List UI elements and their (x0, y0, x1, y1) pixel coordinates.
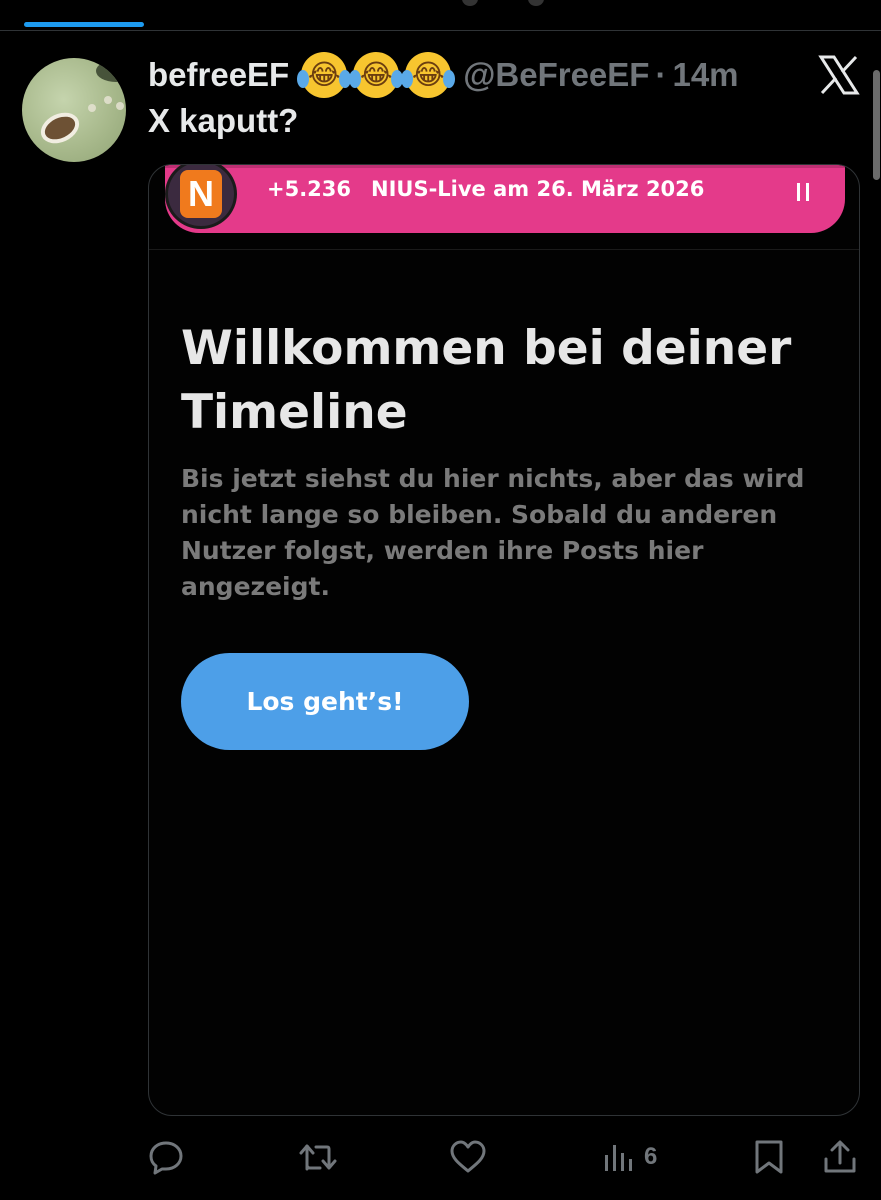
separator-dot: · (655, 56, 667, 93)
avatar[interactable] (22, 58, 126, 162)
avatar-detail (35, 106, 85, 150)
post-timestamp[interactable]: 14m (672, 56, 738, 94)
avatar-detail (116, 102, 124, 110)
post-actions: 6 (0, 1132, 881, 1182)
views-icon (602, 1141, 634, 1173)
bookmark-icon (753, 1139, 785, 1175)
top-bar-fragment (528, 0, 544, 6)
avatar-detail (88, 104, 96, 112)
laughing-crying-emoji: 😂 (297, 52, 352, 98)
reply-button[interactable] (148, 1132, 184, 1182)
repost-button[interactable] (298, 1132, 338, 1182)
nius-logo-letter: N (180, 170, 222, 218)
like-button[interactable] (449, 1132, 487, 1182)
avatar-detail (104, 96, 112, 104)
share-button[interactable] (822, 1132, 858, 1182)
welcome-heading: Willkommen bei deiner Timeline (181, 321, 792, 440)
repost-icon (298, 1139, 338, 1175)
scrollbar[interactable] (873, 70, 880, 180)
active-tab-indicator (24, 22, 144, 27)
live-banner-edge (165, 165, 845, 168)
live-viewer-count: +5.236 (267, 177, 352, 201)
pause-icon[interactable] (797, 183, 811, 201)
laughing-crying-emoji: 😂 (349, 52, 404, 98)
like-icon (449, 1139, 487, 1175)
get-started-button[interactable]: Los geht’s! (181, 653, 469, 750)
views-button[interactable]: 6 (602, 1132, 657, 1182)
top-bar-fragment (462, 0, 478, 6)
post-text: X kaputt? (148, 102, 299, 139)
media-attachment[interactable]: N +5.236 NIUS-Live am 26. März 2026 Will… (148, 164, 860, 1116)
x-logo-icon (818, 55, 860, 95)
display-name[interactable]: befreeEF (148, 56, 289, 94)
user-handle[interactable]: @BeFreeEF (463, 56, 649, 94)
reply-icon (148, 1139, 184, 1175)
divider (149, 249, 859, 250)
post-header: befreeEF 😂 😂 😂 @BeFreeEF · 14m (148, 50, 739, 100)
bookmark-button[interactable] (753, 1132, 785, 1182)
views-count: 6 (644, 1143, 658, 1170)
laughing-crying-emoji: 😂 (401, 52, 456, 98)
avatar-detail (96, 60, 126, 82)
share-icon (822, 1139, 858, 1175)
live-title: NIUS-Live am 26. März 2026 (371, 177, 705, 201)
welcome-body: Bis jetzt siehst du hier nichts, aber da… (181, 464, 805, 601)
